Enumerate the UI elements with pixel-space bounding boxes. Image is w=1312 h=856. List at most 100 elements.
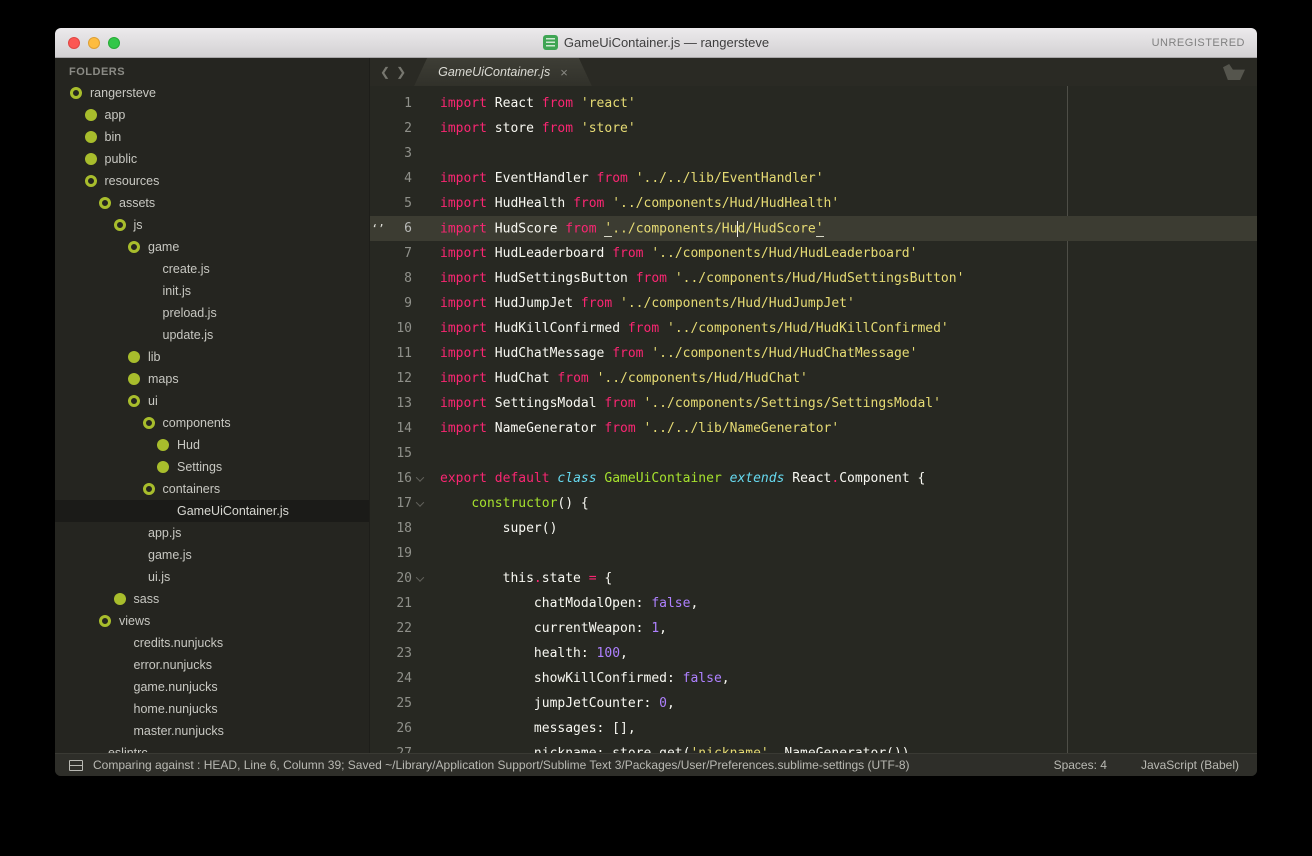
code-text[interactable]: import HudScore from '../components/Hud/…	[428, 221, 1257, 237]
tree-item-label: maps	[148, 372, 179, 386]
tree-item-assets[interactable]: assets	[55, 192, 369, 214]
fold-arrow-icon[interactable]	[412, 476, 428, 482]
code-text[interactable]: import HudKillConfirmed from '../compone…	[428, 321, 1257, 336]
token: from	[573, 196, 604, 211]
token	[440, 496, 471, 511]
tree-item-lib[interactable]: lib	[55, 346, 369, 368]
code-line-3: 3	[370, 141, 1257, 166]
token: import	[440, 296, 487, 311]
code-text[interactable]: import HudLeaderboard from '../component…	[428, 246, 1257, 261]
tree-item-sass[interactable]: sass	[55, 588, 369, 610]
gutter-mark-icon: ‘’	[370, 222, 386, 235]
tree-item-credits-nunjucks[interactable]: credits.nunjucks	[55, 632, 369, 654]
fold-arrow-icon[interactable]	[412, 501, 428, 507]
code-line-25: 25 jumpJetCounter: 0,	[370, 691, 1257, 716]
code-text[interactable]: import EventHandler from '../../lib/Even…	[428, 171, 1257, 186]
folder-open-icon	[99, 197, 111, 209]
code-text[interactable]: this.state = {	[428, 571, 1257, 586]
tree-item-master-nunjucks[interactable]: master.nunjucks	[55, 720, 369, 742]
tree-item-error-nunjucks[interactable]: error.nunjucks	[55, 654, 369, 676]
code-line-17: 17 constructor() {	[370, 491, 1257, 516]
code-text[interactable]: import HudChatMessage from '../component…	[428, 346, 1257, 361]
zoom-window-button[interactable]	[108, 37, 120, 49]
tree-item-home-nunjucks[interactable]: home.nunjucks	[55, 698, 369, 720]
tree-item-settings[interactable]: Settings	[55, 456, 369, 478]
tree-item-label: app.js	[148, 526, 181, 540]
tree-item-hud[interactable]: Hud	[55, 434, 369, 456]
tree-item-update-js[interactable]: update.js	[55, 324, 369, 346]
tree-item-game-js[interactable]: game.js	[55, 544, 369, 566]
code-text[interactable]: nickname: store.get('nickname', NameGene…	[428, 746, 1257, 753]
tree-item-gameuicontainer-js[interactable]: GameUiContainer.js	[55, 500, 369, 522]
folder-open-icon	[70, 87, 82, 99]
fold-arrow-icon[interactable]	[412, 576, 428, 582]
token	[659, 321, 667, 336]
indent-setting[interactable]: Spaces: 4	[1054, 758, 1107, 772]
tree-item-ui-js[interactable]: ui.js	[55, 566, 369, 588]
close-window-button[interactable]	[68, 37, 80, 49]
token: constructor	[471, 496, 557, 511]
tree-item-app[interactable]: app	[55, 104, 369, 126]
code-text[interactable]: constructor() {	[428, 496, 1257, 511]
line-number: 21	[386, 596, 412, 611]
code-text[interactable]: import HudHealth from '../components/Hud…	[428, 196, 1257, 211]
tab-overflow-icon[interactable]	[1223, 64, 1245, 80]
tree-item--eslintrc[interactable]: .eslintrc	[55, 742, 369, 753]
tree-item-preload-js[interactable]: preload.js	[55, 302, 369, 324]
tab-close-icon[interactable]: ×	[560, 66, 568, 79]
token: super()	[440, 521, 557, 536]
prev-tab-icon[interactable]: ❮	[380, 65, 390, 79]
tree-item-maps[interactable]: maps	[55, 368, 369, 390]
syntax-setting[interactable]: JavaScript (Babel)	[1141, 758, 1239, 772]
token: HudLeaderboard	[487, 246, 612, 261]
tree-item-resources[interactable]: resources	[55, 170, 369, 192]
line-number: 17	[386, 496, 412, 511]
tree-item-game-nunjucks[interactable]: game.nunjucks	[55, 676, 369, 698]
token: '../components/Hud/HudJumpJet'	[620, 296, 855, 311]
minimize-window-button[interactable]	[88, 37, 100, 49]
token: state	[542, 571, 589, 586]
code-text[interactable]: import HudSettingsButton from '../compon…	[428, 271, 1257, 286]
code-text[interactable]: showKillConfirmed: false,	[428, 671, 1257, 686]
code-text[interactable]: import store from 'store'	[428, 121, 1257, 136]
code-text[interactable]: jumpJetCounter: 0,	[428, 696, 1257, 711]
code-text[interactable]: messages: [],	[428, 721, 1257, 736]
token: import	[440, 246, 487, 261]
code-text[interactable]: import NameGenerator from '../../lib/Nam…	[428, 421, 1257, 436]
panel-switcher-icon[interactable]	[69, 760, 83, 771]
tree-item-js[interactable]: js	[55, 214, 369, 236]
tree-item-components[interactable]: components	[55, 412, 369, 434]
tree-item-label: ui	[148, 394, 158, 408]
line-number: 14	[386, 421, 412, 436]
tree-item-ui[interactable]: ui	[55, 390, 369, 412]
tree-item-public[interactable]: public	[55, 148, 369, 170]
tree-item-create-js[interactable]: create.js	[55, 258, 369, 280]
tree-item-app-js[interactable]: app.js	[55, 522, 369, 544]
tab-gameuicontainer[interactable]: GameUiContainer.js ×	[414, 58, 592, 86]
code-line-13: 13import SettingsModal from '../componen…	[370, 391, 1257, 416]
code-text[interactable]: health: 100,	[428, 646, 1257, 661]
tree-item-label: Settings	[177, 460, 222, 474]
tree-item-label: views	[119, 614, 150, 628]
code-text[interactable]: import SettingsModal from '../components…	[428, 396, 1257, 411]
code-area[interactable]: 1import React from 'react'2import store …	[370, 86, 1257, 753]
tree-item-bin[interactable]: bin	[55, 126, 369, 148]
tree-item-game[interactable]: game	[55, 236, 369, 258]
tree-item-rangersteve[interactable]: rangersteve	[55, 82, 369, 104]
tree-item-init-js[interactable]: init.js	[55, 280, 369, 302]
token: HudChatMessage	[487, 346, 612, 361]
token: import	[440, 171, 487, 186]
tree-item-containers[interactable]: containers	[55, 478, 369, 500]
code-text[interactable]: super()	[428, 521, 1257, 536]
code-line-27: 27 nickname: store.get('nickname', NameG…	[370, 741, 1257, 753]
code-text[interactable]: import HudJumpJet from '../components/Hu…	[428, 296, 1257, 311]
next-tab-icon[interactable]: ❯	[396, 65, 406, 79]
code-text[interactable]: export default class GameUiContainer ext…	[428, 471, 1257, 486]
code-text[interactable]: chatModalOpen: false,	[428, 596, 1257, 611]
code-text[interactable]: import HudChat from '../components/Hud/H…	[428, 371, 1257, 386]
tree-item-views[interactable]: views	[55, 610, 369, 632]
code-text[interactable]: currentWeapon: 1,	[428, 621, 1257, 636]
code-text[interactable]: import React from 'react'	[428, 96, 1257, 111]
token: false	[651, 596, 690, 611]
token: messages: [],	[440, 721, 636, 736]
